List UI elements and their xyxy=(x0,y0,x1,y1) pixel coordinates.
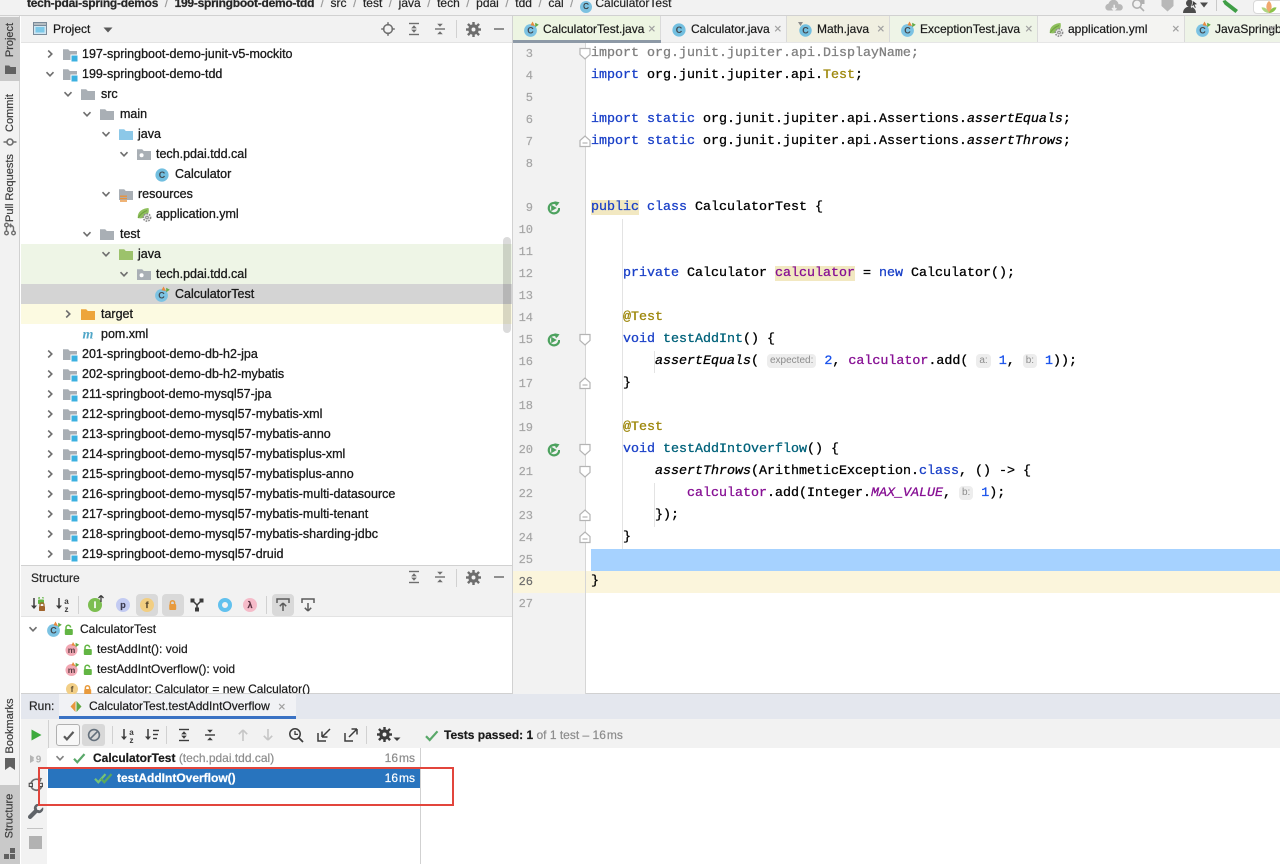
svg-text:C: C xyxy=(159,170,166,180)
svg-text:C: C xyxy=(904,26,911,36)
svg-text:C: C xyxy=(50,626,57,636)
svg-text:C: C xyxy=(676,25,683,35)
svg-text:C: C xyxy=(1199,26,1206,36)
svg-text:9: 9 xyxy=(36,755,42,766)
svg-text:C: C xyxy=(158,291,165,301)
svg-text:z: z xyxy=(65,605,69,613)
svg-text:z: z xyxy=(130,736,134,744)
svg-text:C: C xyxy=(527,26,534,36)
svg-text:m: m xyxy=(83,328,94,343)
svg-text:m: m xyxy=(68,645,76,655)
svg-text:f: f xyxy=(71,684,74,694)
svg-text:m: m xyxy=(68,665,76,675)
svg-text:C: C xyxy=(802,26,809,36)
